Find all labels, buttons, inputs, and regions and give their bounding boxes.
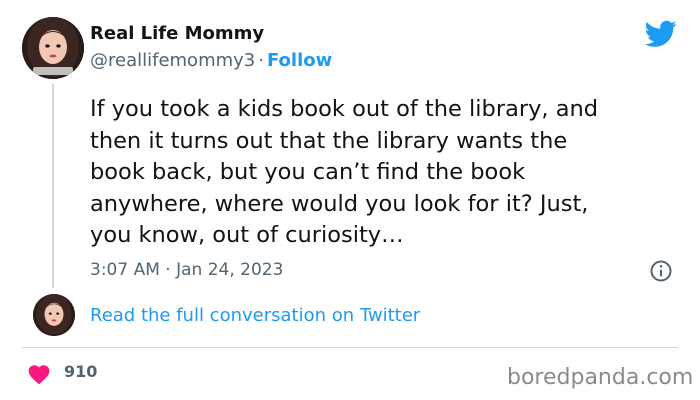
thread-connector-line: [52, 84, 54, 288]
author-display-name[interactable]: Real Life Mommy: [90, 23, 264, 44]
heart-icon[interactable]: [27, 363, 51, 385]
author-handle[interactable]: @reallifemommy3: [90, 50, 255, 71]
tweet-line: then it turns out that the library wants…: [90, 127, 568, 154]
tweet-timestamp[interactable]: 3:07 AM · Jan 24, 2023: [90, 260, 283, 280]
author-avatar[interactable]: [22, 17, 84, 79]
handle-separator: ·: [258, 50, 264, 71]
info-icon[interactable]: [649, 259, 673, 283]
tweet-line: book back, but you can’t find the book: [90, 159, 526, 185]
tweet-line: you know, out of curiosity…: [90, 222, 404, 248]
avatar-illustration: [22, 17, 84, 79]
tweet-card: Real Life Mommy @reallifemommy3 · Follow I…: [0, 0, 700, 400]
divider: [22, 347, 678, 348]
author-handle-row: @reallifemommy3 · Follow: [90, 50, 332, 71]
like-count[interactable]: 910: [64, 362, 97, 381]
follow-button[interactable]: Follow: [267, 50, 332, 71]
watermark: boredpanda.com: [507, 365, 694, 390]
tweet-line: If you took a kids book out of the libra…: [90, 96, 599, 122]
tweet-line: anywhere, where would you look for it? J…: [90, 190, 589, 217]
tweet-body: If you took a kids book out of the libra…: [90, 94, 680, 252]
conversation-avatar[interactable]: [33, 294, 75, 336]
twitter-bird-icon[interactable]: [645, 20, 677, 48]
avatar-illustration: [33, 294, 75, 336]
read-full-conversation-link[interactable]: Read the full conversation on Twitter: [90, 305, 420, 326]
